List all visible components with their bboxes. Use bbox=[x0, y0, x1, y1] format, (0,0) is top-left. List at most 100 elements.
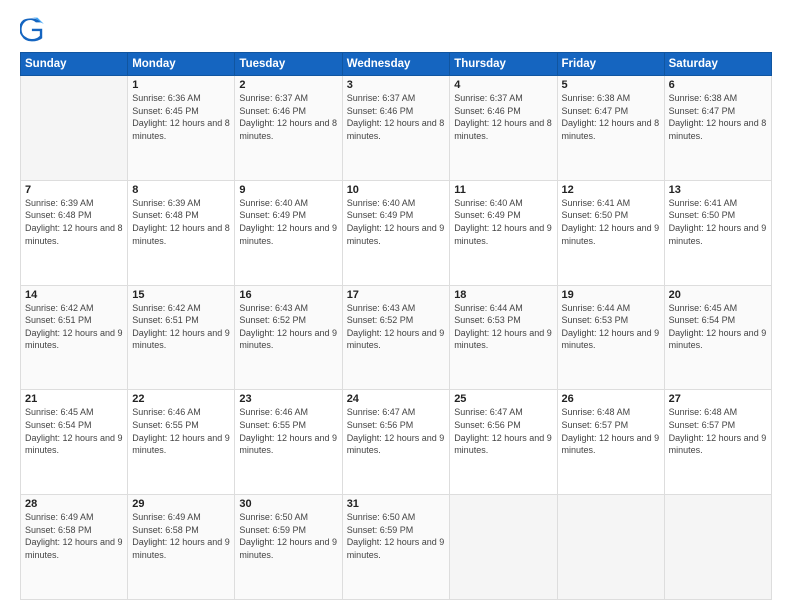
sunrise-text: Sunrise: 6:39 AM bbox=[25, 198, 94, 208]
calendar-week-row: 21 Sunrise: 6:45 AM Sunset: 6:54 PM Dayl… bbox=[21, 390, 772, 495]
daylight-text: Daylight: 12 hours and 9 minutes. bbox=[669, 328, 767, 351]
calendar-cell bbox=[450, 495, 557, 600]
daylight-text: Daylight: 12 hours and 9 minutes. bbox=[132, 328, 230, 351]
daylight-text: Daylight: 12 hours and 9 minutes. bbox=[562, 223, 660, 246]
day-number: 4 bbox=[454, 79, 552, 91]
day-info: Sunrise: 6:47 AM Sunset: 6:56 PM Dayligh… bbox=[347, 406, 446, 456]
day-number: 5 bbox=[562, 79, 660, 91]
daylight-text: Daylight: 12 hours and 9 minutes. bbox=[454, 223, 552, 246]
sunset-text: Sunset: 6:46 PM bbox=[454, 106, 521, 116]
day-number: 17 bbox=[347, 289, 446, 301]
calendar-week-row: 7 Sunrise: 6:39 AM Sunset: 6:48 PM Dayli… bbox=[21, 180, 772, 285]
day-info: Sunrise: 6:37 AM Sunset: 6:46 PM Dayligh… bbox=[347, 92, 446, 142]
daylight-text: Daylight: 12 hours and 9 minutes. bbox=[562, 328, 660, 351]
calendar-week-row: 28 Sunrise: 6:49 AM Sunset: 6:58 PM Dayl… bbox=[21, 495, 772, 600]
day-number: 27 bbox=[669, 393, 767, 405]
sunrise-text: Sunrise: 6:47 AM bbox=[347, 407, 416, 417]
sunset-text: Sunset: 6:51 PM bbox=[25, 315, 92, 325]
day-info: Sunrise: 6:46 AM Sunset: 6:55 PM Dayligh… bbox=[239, 406, 337, 456]
day-number: 13 bbox=[669, 184, 767, 196]
calendar-cell: 21 Sunrise: 6:45 AM Sunset: 6:54 PM Dayl… bbox=[21, 390, 128, 495]
weekday-header: Wednesday bbox=[342, 53, 450, 76]
day-number: 20 bbox=[669, 289, 767, 301]
day-number: 7 bbox=[25, 184, 123, 196]
sunrise-text: Sunrise: 6:49 AM bbox=[25, 512, 94, 522]
daylight-text: Daylight: 12 hours and 8 minutes. bbox=[25, 223, 123, 246]
day-info: Sunrise: 6:46 AM Sunset: 6:55 PM Dayligh… bbox=[132, 406, 230, 456]
sunset-text: Sunset: 6:47 PM bbox=[669, 106, 736, 116]
sunset-text: Sunset: 6:51 PM bbox=[132, 315, 199, 325]
day-info: Sunrise: 6:48 AM Sunset: 6:57 PM Dayligh… bbox=[562, 406, 660, 456]
day-info: Sunrise: 6:50 AM Sunset: 6:59 PM Dayligh… bbox=[347, 511, 446, 561]
sunrise-text: Sunrise: 6:38 AM bbox=[562, 93, 631, 103]
day-number: 22 bbox=[132, 393, 230, 405]
day-info: Sunrise: 6:43 AM Sunset: 6:52 PM Dayligh… bbox=[347, 302, 446, 352]
day-number: 31 bbox=[347, 498, 446, 510]
calendar-cell: 16 Sunrise: 6:43 AM Sunset: 6:52 PM Dayl… bbox=[235, 285, 342, 390]
calendar-week-row: 1 Sunrise: 6:36 AM Sunset: 6:45 PM Dayli… bbox=[21, 76, 772, 181]
sunset-text: Sunset: 6:56 PM bbox=[347, 420, 414, 430]
day-info: Sunrise: 6:43 AM Sunset: 6:52 PM Dayligh… bbox=[239, 302, 337, 352]
day-number: 12 bbox=[562, 184, 660, 196]
sunrise-text: Sunrise: 6:50 AM bbox=[347, 512, 416, 522]
calendar-cell: 22 Sunrise: 6:46 AM Sunset: 6:55 PM Dayl… bbox=[128, 390, 235, 495]
daylight-text: Daylight: 12 hours and 9 minutes. bbox=[347, 537, 445, 560]
daylight-text: Daylight: 12 hours and 9 minutes. bbox=[562, 433, 660, 456]
day-number: 6 bbox=[669, 79, 767, 91]
sunrise-text: Sunrise: 6:45 AM bbox=[669, 303, 738, 313]
calendar-cell: 2 Sunrise: 6:37 AM Sunset: 6:46 PM Dayli… bbox=[235, 76, 342, 181]
calendar-cell bbox=[557, 495, 664, 600]
sunset-text: Sunset: 6:55 PM bbox=[132, 420, 199, 430]
calendar-cell: 31 Sunrise: 6:50 AM Sunset: 6:59 PM Dayl… bbox=[342, 495, 450, 600]
day-number: 8 bbox=[132, 184, 230, 196]
day-number: 18 bbox=[454, 289, 552, 301]
calendar-cell: 9 Sunrise: 6:40 AM Sunset: 6:49 PM Dayli… bbox=[235, 180, 342, 285]
day-info: Sunrise: 6:48 AM Sunset: 6:57 PM Dayligh… bbox=[669, 406, 767, 456]
sunrise-text: Sunrise: 6:47 AM bbox=[454, 407, 523, 417]
calendar-cell: 7 Sunrise: 6:39 AM Sunset: 6:48 PM Dayli… bbox=[21, 180, 128, 285]
calendar-header-row: SundayMondayTuesdayWednesdayThursdayFrid… bbox=[21, 53, 772, 76]
sunset-text: Sunset: 6:53 PM bbox=[562, 315, 629, 325]
sunrise-text: Sunrise: 6:49 AM bbox=[132, 512, 201, 522]
day-number: 3 bbox=[347, 79, 446, 91]
sunset-text: Sunset: 6:58 PM bbox=[132, 525, 199, 535]
daylight-text: Daylight: 12 hours and 9 minutes. bbox=[454, 433, 552, 456]
daylight-text: Daylight: 12 hours and 9 minutes. bbox=[25, 537, 123, 560]
day-info: Sunrise: 6:41 AM Sunset: 6:50 PM Dayligh… bbox=[562, 197, 660, 247]
weekday-header: Friday bbox=[557, 53, 664, 76]
calendar-cell: 27 Sunrise: 6:48 AM Sunset: 6:57 PM Dayl… bbox=[664, 390, 771, 495]
day-number: 10 bbox=[347, 184, 446, 196]
daylight-text: Daylight: 12 hours and 8 minutes. bbox=[347, 118, 445, 141]
sunrise-text: Sunrise: 6:37 AM bbox=[239, 93, 308, 103]
daylight-text: Daylight: 12 hours and 9 minutes. bbox=[347, 433, 445, 456]
calendar-cell: 5 Sunrise: 6:38 AM Sunset: 6:47 PM Dayli… bbox=[557, 76, 664, 181]
sunrise-text: Sunrise: 6:36 AM bbox=[132, 93, 201, 103]
sunrise-text: Sunrise: 6:50 AM bbox=[239, 512, 308, 522]
sunset-text: Sunset: 6:45 PM bbox=[132, 106, 199, 116]
day-info: Sunrise: 6:49 AM Sunset: 6:58 PM Dayligh… bbox=[25, 511, 123, 561]
daylight-text: Daylight: 12 hours and 9 minutes. bbox=[347, 223, 445, 246]
day-info: Sunrise: 6:39 AM Sunset: 6:48 PM Dayligh… bbox=[132, 197, 230, 247]
sunrise-text: Sunrise: 6:37 AM bbox=[347, 93, 416, 103]
sunset-text: Sunset: 6:57 PM bbox=[562, 420, 629, 430]
day-info: Sunrise: 6:50 AM Sunset: 6:59 PM Dayligh… bbox=[239, 511, 337, 561]
day-number: 11 bbox=[454, 184, 552, 196]
calendar-cell: 1 Sunrise: 6:36 AM Sunset: 6:45 PM Dayli… bbox=[128, 76, 235, 181]
sunrise-text: Sunrise: 6:46 AM bbox=[239, 407, 308, 417]
daylight-text: Daylight: 12 hours and 8 minutes. bbox=[132, 223, 230, 246]
daylight-text: Daylight: 12 hours and 9 minutes. bbox=[239, 223, 337, 246]
sunrise-text: Sunrise: 6:40 AM bbox=[454, 198, 523, 208]
day-number: 21 bbox=[25, 393, 123, 405]
sunrise-text: Sunrise: 6:41 AM bbox=[562, 198, 631, 208]
sunset-text: Sunset: 6:46 PM bbox=[239, 106, 306, 116]
day-number: 15 bbox=[132, 289, 230, 301]
sunrise-text: Sunrise: 6:44 AM bbox=[454, 303, 523, 313]
daylight-text: Daylight: 12 hours and 9 minutes. bbox=[132, 537, 230, 560]
sunset-text: Sunset: 6:50 PM bbox=[669, 210, 736, 220]
calendar-cell: 4 Sunrise: 6:37 AM Sunset: 6:46 PM Dayli… bbox=[450, 76, 557, 181]
calendar-cell: 3 Sunrise: 6:37 AM Sunset: 6:46 PM Dayli… bbox=[342, 76, 450, 181]
daylight-text: Daylight: 12 hours and 9 minutes. bbox=[25, 328, 123, 351]
calendar-cell: 12 Sunrise: 6:41 AM Sunset: 6:50 PM Dayl… bbox=[557, 180, 664, 285]
page: SundayMondayTuesdayWednesdayThursdayFrid… bbox=[0, 0, 792, 612]
day-info: Sunrise: 6:44 AM Sunset: 6:53 PM Dayligh… bbox=[562, 302, 660, 352]
